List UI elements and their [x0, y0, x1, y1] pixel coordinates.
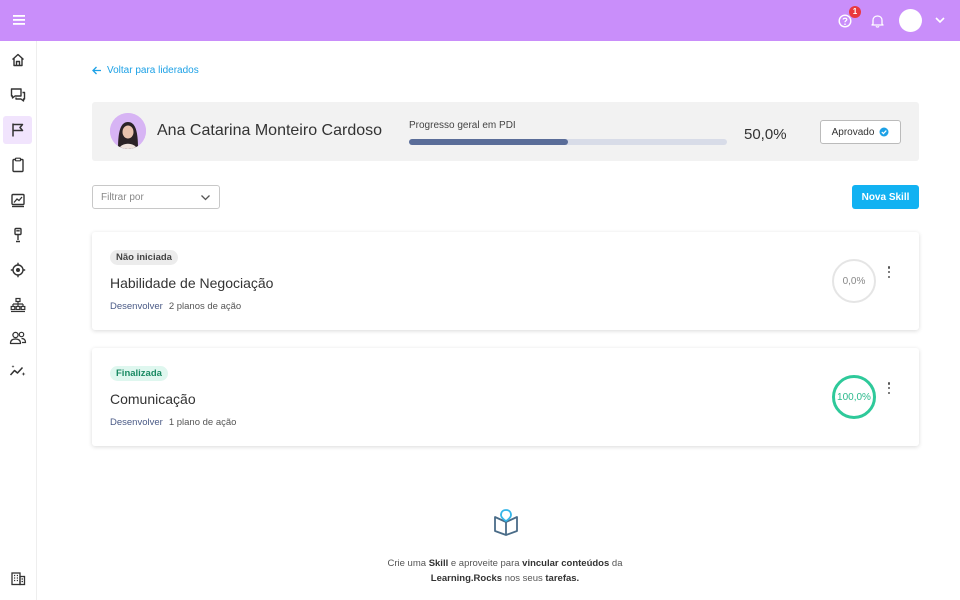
- sidebar-item-clipboard[interactable]: [3, 151, 32, 179]
- progress-bar: [409, 139, 727, 145]
- progress-value: 50,0%: [744, 126, 787, 143]
- skill-card[interactable]: Não iniciada Habilidade de Negociação De…: [92, 232, 919, 330]
- skill-progress-ring: 100,0%: [832, 375, 876, 419]
- person-avatar: [110, 113, 146, 149]
- chart-icon: [10, 193, 25, 208]
- skill-meta: Desenvolver 2 planos de ação: [110, 301, 241, 312]
- skill-title: Comunicação: [110, 391, 196, 407]
- sidebar-item-insights[interactable]: [3, 357, 32, 385]
- progress-bar-fill: [409, 139, 568, 145]
- clipboard-icon: [11, 157, 24, 173]
- sidebar: [0, 41, 37, 600]
- notification-badge: 1: [849, 5, 861, 18]
- sidebar-item-awards[interactable]: [3, 221, 32, 249]
- skill-meta: Desenvolver 1 plano de ação: [110, 417, 236, 428]
- flag-icon: [11, 123, 23, 137]
- skill-title: Habilidade de Negociação: [110, 275, 274, 291]
- empty-text-bold: vincular conteúdos: [522, 558, 610, 569]
- bell-icon: [870, 14, 884, 28]
- empty-text-part: da: [609, 558, 623, 569]
- home-icon: [11, 53, 24, 67]
- status-badge: Finalizada: [110, 366, 168, 381]
- skill-type: Desenvolver: [110, 301, 163, 312]
- sidebar-item-goals[interactable]: [3, 256, 32, 284]
- empty-text-bold: Learning.Rocks: [430, 573, 503, 584]
- hamburger-menu-icon[interactable]: [9, 11, 29, 29]
- org-chart-icon: [10, 297, 25, 313]
- help-button[interactable]: 1: [835, 5, 861, 31]
- person-name: Ana Catarina Monteiro Cardoso: [157, 122, 383, 139]
- empty-text-part: nos seus: [502, 573, 546, 584]
- chevron-down-icon[interactable]: [934, 15, 946, 27]
- users-icon: [9, 331, 26, 345]
- notifications-button[interactable]: [867, 11, 887, 31]
- chat-icon: [10, 88, 25, 102]
- skill-plans: 2 planos de ação: [168, 301, 242, 312]
- back-link-label: Voltar para liderados: [107, 65, 199, 76]
- skill-progress-value: 0,0%: [842, 275, 866, 287]
- back-link[interactable]: Voltar para liderados: [92, 65, 199, 76]
- skill-progress-ring: 0,0%: [832, 259, 876, 303]
- empty-text-bold: tarefas.: [545, 573, 580, 584]
- empty-text-bold: Skill: [428, 558, 449, 569]
- skill-progress-value: 100,0%: [837, 391, 871, 403]
- target-icon: [10, 262, 25, 278]
- approved-label: Aprovado: [831, 126, 875, 138]
- person-summary-card: Ana Catarina Monteiro Cardoso Progresso …: [92, 102, 919, 161]
- skill-card[interactable]: Finalizada Comunicação Desenvolver 1 plan…: [92, 348, 919, 446]
- arrow-left-icon: [92, 66, 101, 75]
- user-avatar[interactable]: [899, 9, 922, 32]
- building-icon: [10, 572, 25, 586]
- check-circle-icon: [879, 127, 889, 137]
- sparkle-trend-icon: [9, 365, 25, 376]
- status-badge: Não iniciada: [110, 250, 178, 265]
- progress-label: Progresso geral em PDI: [409, 120, 516, 131]
- filter-placeholder: Filtrar por: [101, 191, 144, 203]
- book-icon: [492, 508, 520, 536]
- top-bar: 1: [0, 0, 960, 41]
- skill-plans: 1 plano de ação: [168, 417, 237, 428]
- filter-select[interactable]: Filtrar por: [92, 185, 220, 209]
- new-skill-button[interactable]: Nova Skill: [852, 185, 919, 209]
- sidebar-item-home[interactable]: [3, 46, 32, 74]
- more-options-icon[interactable]: [884, 265, 894, 279]
- more-options-icon[interactable]: [884, 381, 894, 395]
- award-icon: [13, 227, 22, 243]
- sidebar-item-people[interactable]: [3, 324, 32, 352]
- empty-state-text: Crie uma Skill e aproveite para vincular…: [380, 556, 630, 586]
- skill-type: Desenvolver: [110, 417, 163, 428]
- sidebar-item-chat[interactable]: [3, 81, 32, 109]
- chevron-down-icon: [201, 195, 210, 201]
- sidebar-item-reports[interactable]: [3, 186, 32, 214]
- approved-status-button[interactable]: Aprovado: [820, 120, 901, 144]
- sidebar-item-company[interactable]: [3, 564, 32, 592]
- sidebar-item-org[interactable]: [3, 291, 32, 319]
- empty-text-part: e aproveite para: [448, 558, 523, 569]
- sidebar-item-pdi[interactable]: [3, 116, 32, 144]
- empty-text-part: Crie uma: [387, 558, 429, 569]
